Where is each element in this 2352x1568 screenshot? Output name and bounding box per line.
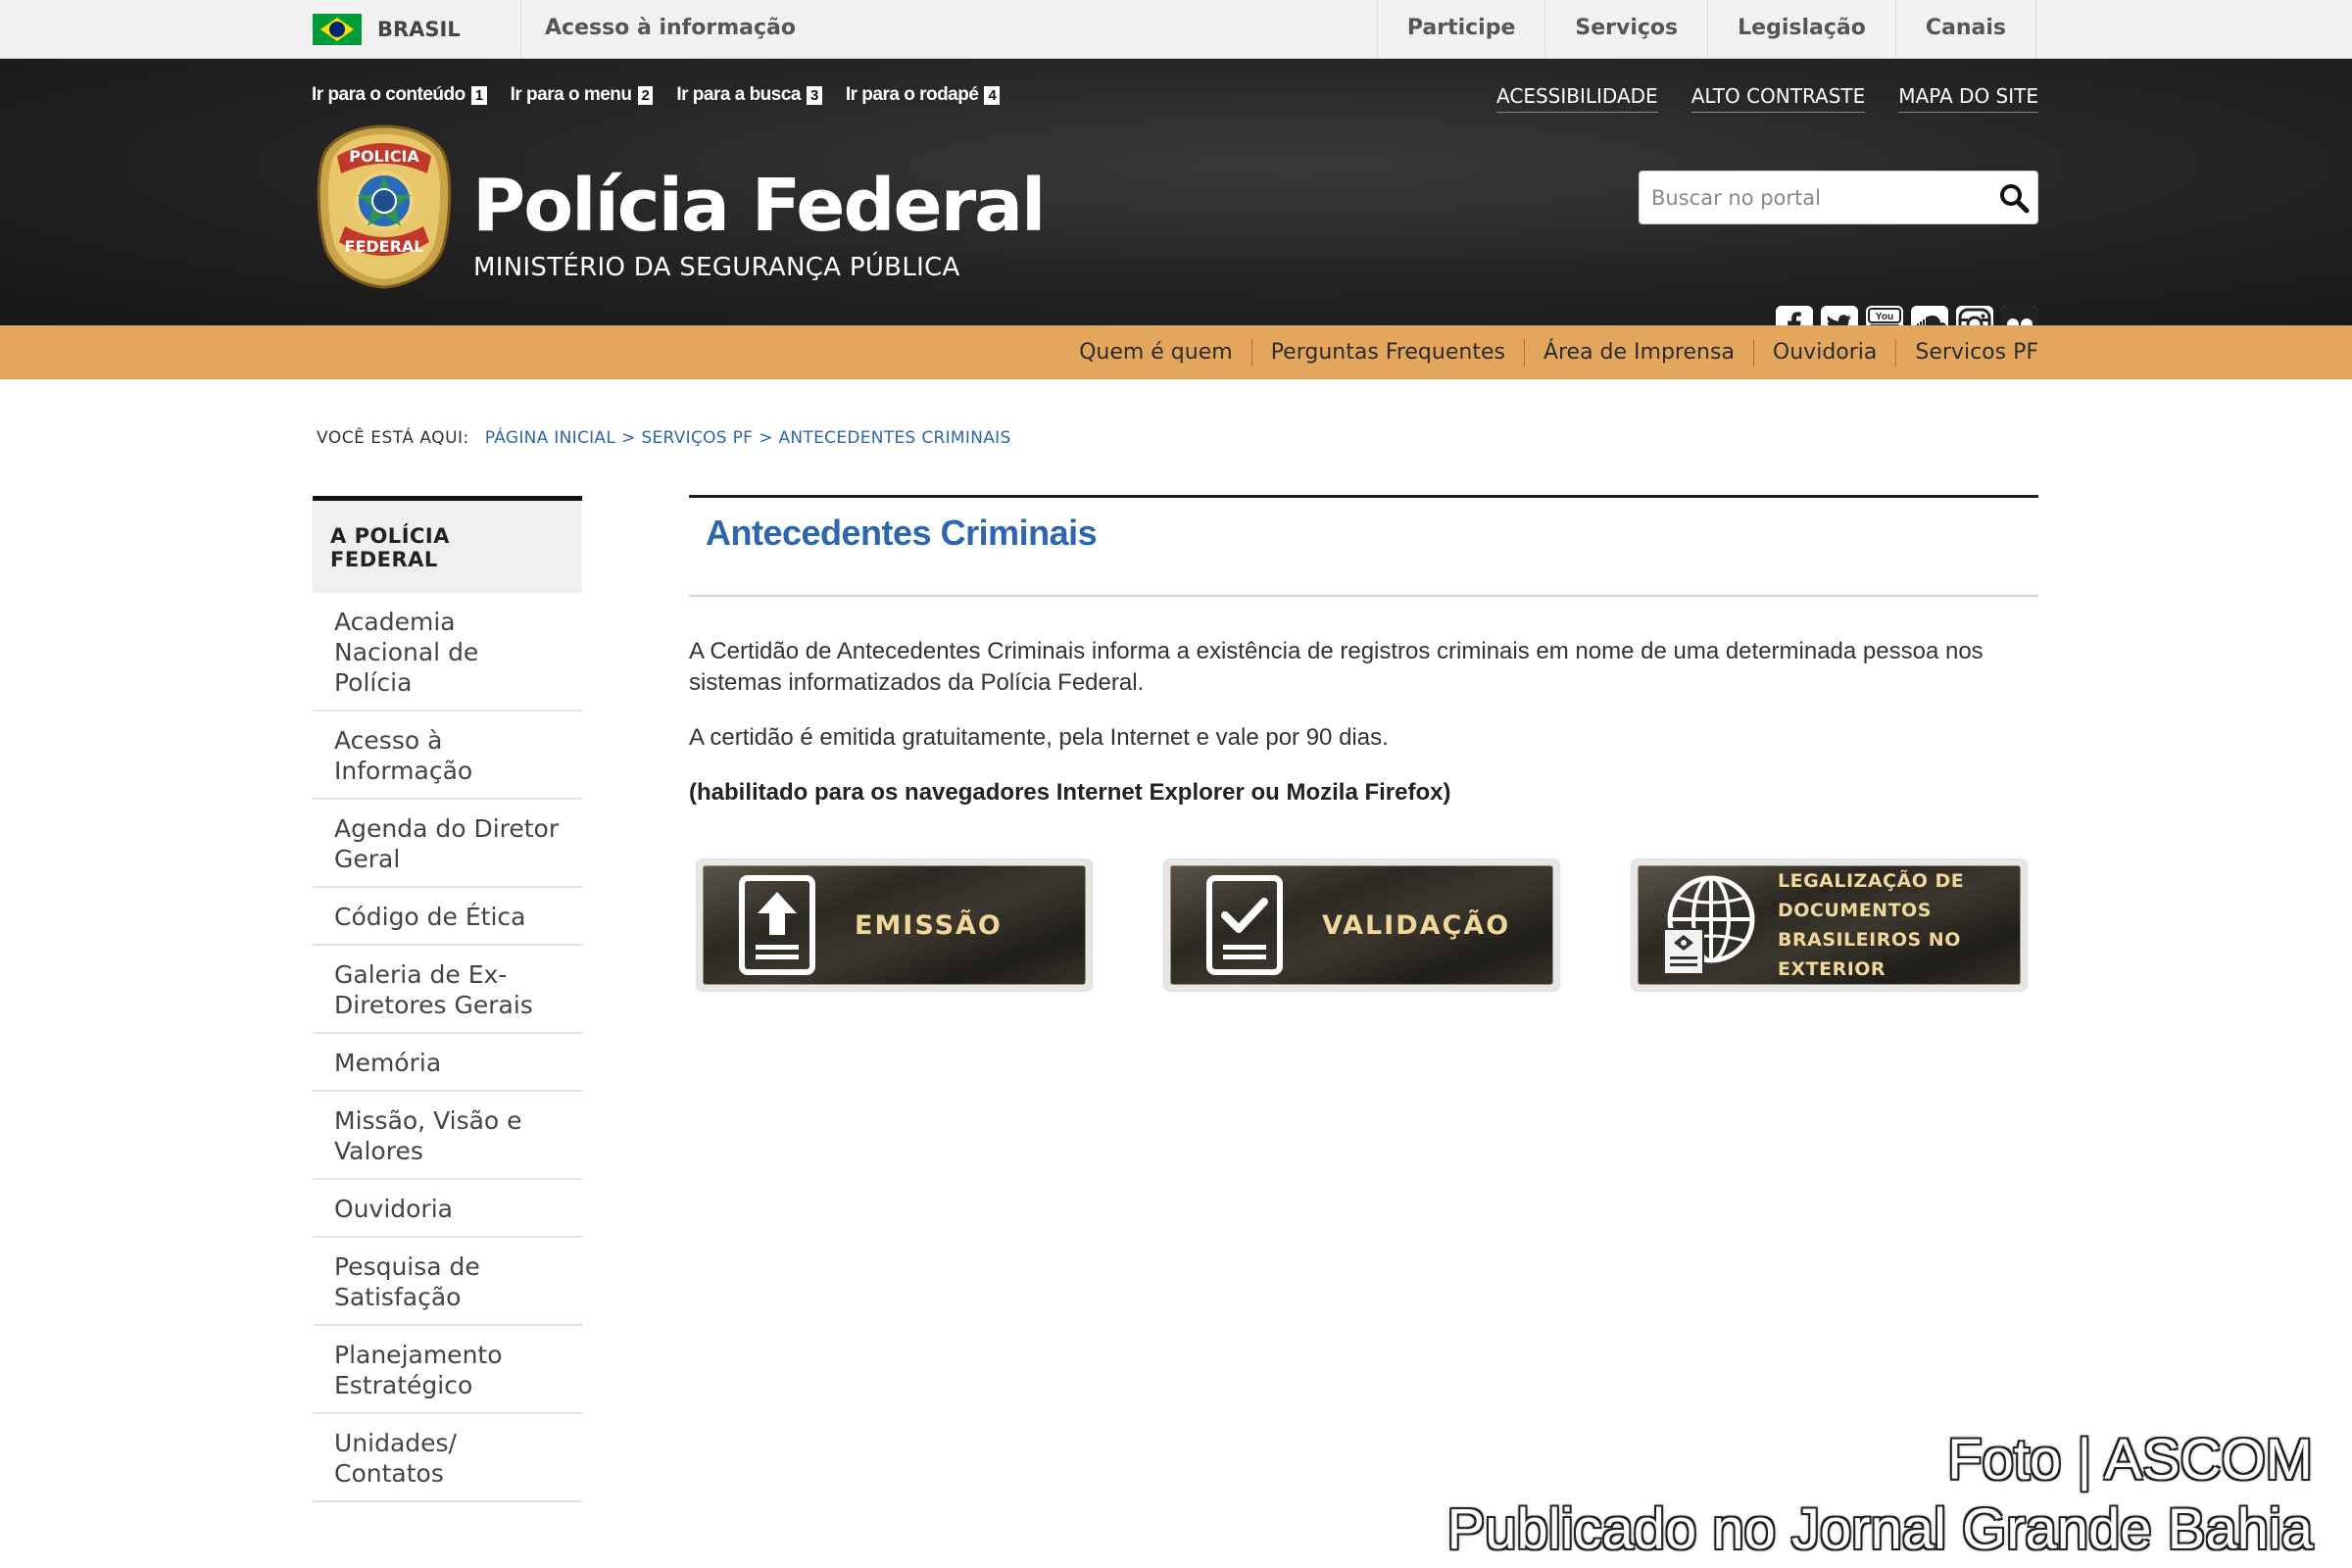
search-icon xyxy=(2000,183,2030,213)
page-title: Antecedentes Criminais xyxy=(706,513,1098,553)
skip-link-label: Ir para o rodapé xyxy=(845,84,979,105)
validity-paragraph: A certidão é emitida gratuitamente, pela… xyxy=(689,724,1389,751)
brazil-flag-icon xyxy=(313,14,362,45)
breadcrumb-antecedentes-criminais[interactable]: ANTECEDENTES CRIMINAIS xyxy=(778,428,1010,448)
legalizacao-label-line1: LEGALIZAÇÃO DE DOCUMENTOS xyxy=(1778,870,1965,921)
search-button[interactable] xyxy=(1990,172,2037,223)
sidebar: A POLÍCIA FEDERAL Academia Nacional de P… xyxy=(313,496,582,1502)
search-box xyxy=(1639,171,2038,224)
high-contrast-link[interactable]: ALTO CONTRASTE xyxy=(1690,84,1866,113)
site-header: Ir para o conteúdo 1 Ir para o menu 2 Ir p… xyxy=(0,59,2352,343)
site-title[interactable]: Polícia Federal xyxy=(472,167,1046,245)
legalizacao-label: LEGALIZAÇÃO DE DOCUMENTOS BRASILEIROS NO… xyxy=(1778,866,2020,984)
youtube-text-you: You xyxy=(1876,312,1893,322)
gov-link-servicos[interactable]: Serviços xyxy=(1545,0,1709,59)
breadcrumb-separator: > xyxy=(759,428,773,448)
globe-document-icon xyxy=(1652,872,1760,978)
gov-link-participe[interactable]: Participe xyxy=(1378,0,1546,59)
skip-link-label: Ir para o menu xyxy=(510,84,632,105)
watermark-publisher: Publicado no Jornal Grande Bahia xyxy=(1446,1497,2313,1561)
sidebar-item-missao-visao[interactable]: Missão, Visão e Valores xyxy=(313,1092,582,1180)
nav-area-de-imprensa[interactable]: Área de Imprensa xyxy=(1523,338,1753,367)
main-top-divider xyxy=(689,495,2038,498)
breadcrumb-separator: > xyxy=(621,428,636,448)
validacao-label: VALIDAÇÃO xyxy=(1322,909,1511,941)
acesso-informacao-link[interactable]: Acesso à informação xyxy=(545,0,796,59)
legalizacao-label-line2: BRASILEIROS NO EXTERIOR xyxy=(1778,929,1961,980)
nav-perguntas-frequentes[interactable]: Perguntas Frequentes xyxy=(1250,338,1524,367)
sidebar-item-memoria[interactable]: Memória xyxy=(313,1034,582,1092)
sidebar-item-acesso-informacao[interactable]: Acesso à Informação xyxy=(313,711,582,800)
skip-to-search-link[interactable]: Ir para a busca 3 xyxy=(676,84,822,106)
gov-link-legislacao[interactable]: Legislação xyxy=(1708,0,1896,59)
check-document-icon xyxy=(1200,872,1289,978)
gov-link-canais[interactable]: Canais xyxy=(1896,0,2036,59)
emissao-label: EMISSÃO xyxy=(855,909,1003,941)
sidebar-item-agenda-diretor[interactable]: Agenda do Diretor Geral xyxy=(313,800,582,888)
browser-note: (habilitado para os navegadores Internet… xyxy=(689,779,1451,806)
utility-links: ACESSIBILIDADE ALTO CONTRASTE MAPA DO SI… xyxy=(1496,84,2038,113)
site-map-link[interactable]: MAPA DO SITE xyxy=(1898,84,2038,113)
brasil-label: BRASIL xyxy=(377,18,461,41)
site-subtitle: MINISTÉRIO DA SEGURANÇA PÚBLICA xyxy=(473,253,960,282)
emissao-button[interactable]: EMISSÃO xyxy=(697,859,1092,991)
breadcrumb-label: VOCÊ ESTÁ AQUI: xyxy=(317,428,469,448)
legalizacao-button[interactable]: LEGALIZAÇÃO DE DOCUMENTOS BRASILEIROS NO… xyxy=(1632,859,2027,991)
skip-to-content-link[interactable]: Ir para o conteúdo 1 xyxy=(312,84,487,106)
breadcrumb-servicos-pf[interactable]: SERVIÇOS PF xyxy=(641,428,753,448)
photo-watermark: Foto | ASCOM Publicado no Jornal Grande … xyxy=(1447,1426,2313,1565)
skip-to-menu-link[interactable]: Ir para o menu 2 xyxy=(511,84,654,106)
emblem-text-bottom: FEDERAL xyxy=(345,237,424,256)
skip-links: Ir para o conteúdo 1 Ir para o menu 2 Ir p… xyxy=(312,84,1001,106)
sidebar-item-planejamento[interactable]: Planejamento Estratégico xyxy=(313,1326,582,1414)
skip-to-footer-link[interactable]: Ir para o rodapé 4 xyxy=(845,84,1001,106)
nav-quem-e-quem[interactable]: Quem é quem xyxy=(1060,339,1251,367)
sidebar-item-galeria-ex-diretores[interactable]: Galeria de Ex-Diretores Gerais xyxy=(313,946,582,1034)
watermark-credit: Foto | ASCOM xyxy=(1947,1428,2313,1492)
skip-link-label: Ir para o conteúdo xyxy=(312,84,466,105)
policia-federal-emblem-icon[interactable]: POLICIA FEDERAL xyxy=(314,122,455,289)
sidebar-item-academia[interactable]: Academia Nacional de Polícia xyxy=(313,593,582,711)
emissao-button-face: EMISSÃO xyxy=(703,865,1086,985)
sidebar-item-unidades-contatos[interactable]: Unidades/ Contatos xyxy=(313,1414,582,1502)
sidebar-item-pesquisa-satisfacao[interactable]: Pesquisa de Satisfação xyxy=(313,1238,582,1326)
search-input[interactable] xyxy=(1640,172,1990,223)
validacao-button[interactable]: VALIDAÇÃO xyxy=(1164,859,1559,991)
sidebar-heading: A POLÍCIA FEDERAL xyxy=(313,496,582,593)
validacao-button-face: VALIDAÇÃO xyxy=(1170,865,1553,985)
breadcrumb-home[interactable]: PÁGINA INICIAL xyxy=(485,428,615,448)
service-buttons: EMISSÃO VALIDAÇÃO LEGALIZAÇÃO DE DOCUMEN… xyxy=(689,859,2038,991)
sidebar-item-codigo-etica[interactable]: Código de Ética xyxy=(313,888,582,946)
nav-servicos-pf[interactable]: Servicos PF xyxy=(1895,338,2038,367)
skip-link-number: 1 xyxy=(470,85,487,105)
sidebar-item-ouvidoria[interactable]: Ouvidoria xyxy=(313,1180,582,1238)
nav-ouvidoria[interactable]: Ouvidoria xyxy=(1752,338,1895,367)
upload-document-icon xyxy=(733,872,821,978)
intro-paragraph: A Certidão de Antecedentes Criminais inf… xyxy=(689,638,1984,696)
skip-link-number: 4 xyxy=(984,85,1001,105)
secondary-nav-links: Quem é quem Perguntas Frequentes Área de… xyxy=(1060,325,2038,379)
title-divider xyxy=(689,595,2038,597)
gov-bar: BRASIL Acesso à informação Participe Ser… xyxy=(0,0,2352,59)
emblem-text-top: POLICIA xyxy=(349,147,419,166)
secondary-nav: Quem é quem Perguntas Frequentes Área de… xyxy=(0,325,2352,379)
legalizacao-button-face: LEGALIZAÇÃO DE DOCUMENTOS BRASILEIROS NO… xyxy=(1638,865,2021,985)
skip-link-label: Ir para a busca xyxy=(676,84,801,105)
breadcrumb: VOCÊ ESTÁ AQUI: PÁGINA INICIAL > SERVIÇO… xyxy=(317,428,1011,448)
skip-link-number: 2 xyxy=(637,85,654,105)
brasil-link[interactable]: BRASIL xyxy=(313,0,521,59)
gov-bar-links: Participe Serviços Legislação Canais xyxy=(1376,0,2036,59)
main-content: Antecedentes Criminais A Certidão de Ant… xyxy=(689,495,2038,991)
accessibility-link[interactable]: ACESSIBILIDADE xyxy=(1496,84,1658,113)
skip-link-number: 3 xyxy=(806,85,822,105)
